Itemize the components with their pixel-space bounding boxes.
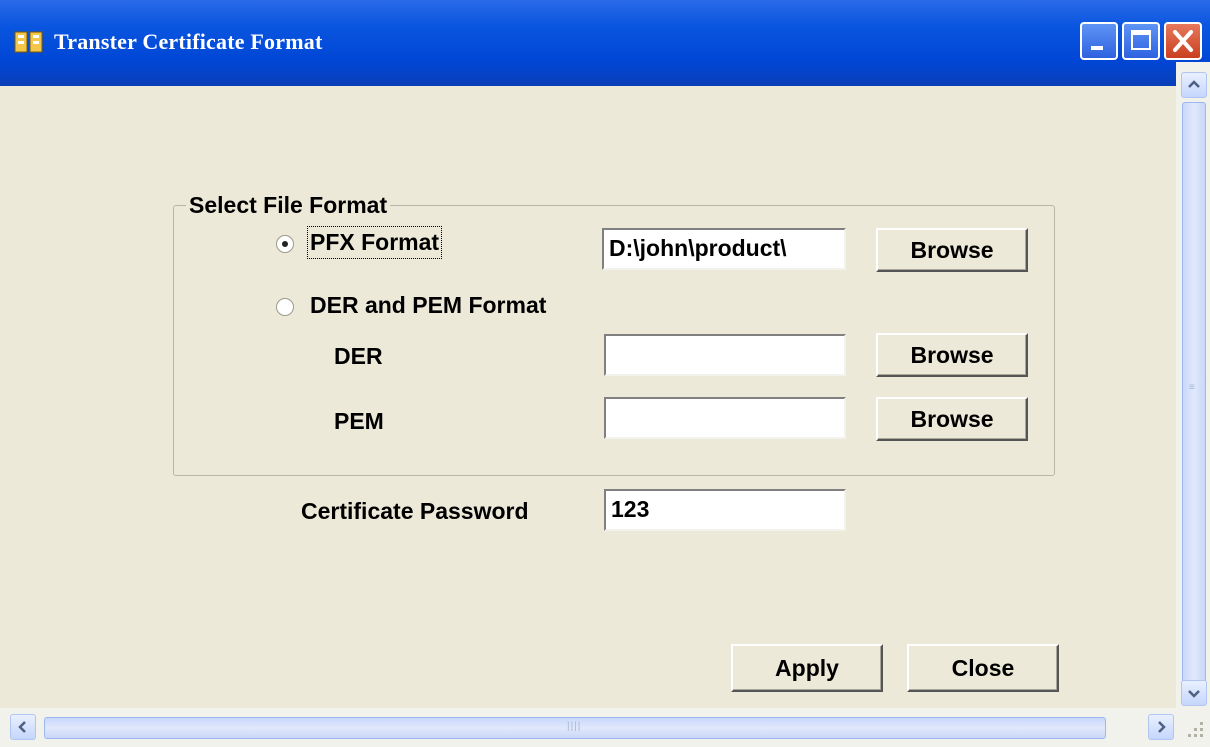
certificate-password-label: Certificate Password (301, 498, 529, 524)
title-bar[interactable]: Transter Certificate Format (0, 0, 1210, 86)
app-icon (14, 31, 43, 53)
horizontal-scrollbar[interactable]: |||| (0, 708, 1210, 747)
pfx-format-radio[interactable] (276, 235, 294, 253)
pfx-browse-button[interactable]: Browse (876, 228, 1028, 272)
scroll-up-icon (1188, 80, 1200, 88)
der-label: DER (334, 343, 383, 369)
minimize-button[interactable] (1080, 22, 1118, 60)
scroll-left-button[interactable] (10, 714, 36, 740)
pem-browse-button[interactable]: Browse (876, 397, 1028, 441)
scroll-right-icon (1158, 721, 1166, 733)
pfx-path-input[interactable]: D:\john\product\ (602, 228, 846, 270)
pfx-format-label[interactable]: PFX Format (306, 226, 443, 259)
scroll-down-icon (1188, 690, 1200, 698)
radio-selected-dot (282, 241, 288, 247)
scroll-down-button[interactable] (1181, 680, 1207, 706)
vertical-scroll-thumb[interactable]: ≡ (1182, 102, 1206, 690)
der-browse-button[interactable]: Browse (876, 333, 1028, 377)
thumb-grip: ≡ (1189, 382, 1196, 393)
certificate-password-input[interactable]: 123 (604, 489, 846, 531)
der-pem-format-radio[interactable] (276, 298, 294, 316)
file-format-legend: Select File Format (189, 192, 388, 218)
window-title: Transter Certificate Format (54, 29, 323, 54)
maximize-icon (1131, 30, 1151, 50)
scroll-right-button[interactable] (1148, 714, 1174, 740)
dialog-content: Select File Format PFX Format D:\john\pr… (0, 86, 1176, 708)
minimize-icon (1091, 46, 1103, 50)
maximize-button[interactable] (1122, 22, 1160, 60)
scroll-left-icon (18, 721, 26, 733)
resize-grip-icon[interactable] (1184, 718, 1206, 740)
pem-label: PEM (334, 408, 384, 434)
close-button[interactable]: Close (907, 644, 1059, 692)
close-icon (1173, 30, 1193, 52)
der-path-input[interactable] (604, 334, 846, 376)
horizontal-scroll-thumb[interactable]: |||| (44, 717, 1106, 739)
der-pem-format-label[interactable]: DER and PEM Format (310, 292, 546, 319)
scroll-up-button[interactable] (1181, 72, 1207, 98)
thumb-grip: |||| (567, 721, 582, 732)
pem-path-input[interactable] (604, 397, 846, 439)
close-window-button[interactable] (1164, 22, 1202, 60)
vertical-scrollbar[interactable]: ≡ (1176, 62, 1210, 708)
dialog-window: Transter Certificate Format Select File … (0, 0, 1210, 747)
apply-button[interactable]: Apply (731, 644, 883, 692)
